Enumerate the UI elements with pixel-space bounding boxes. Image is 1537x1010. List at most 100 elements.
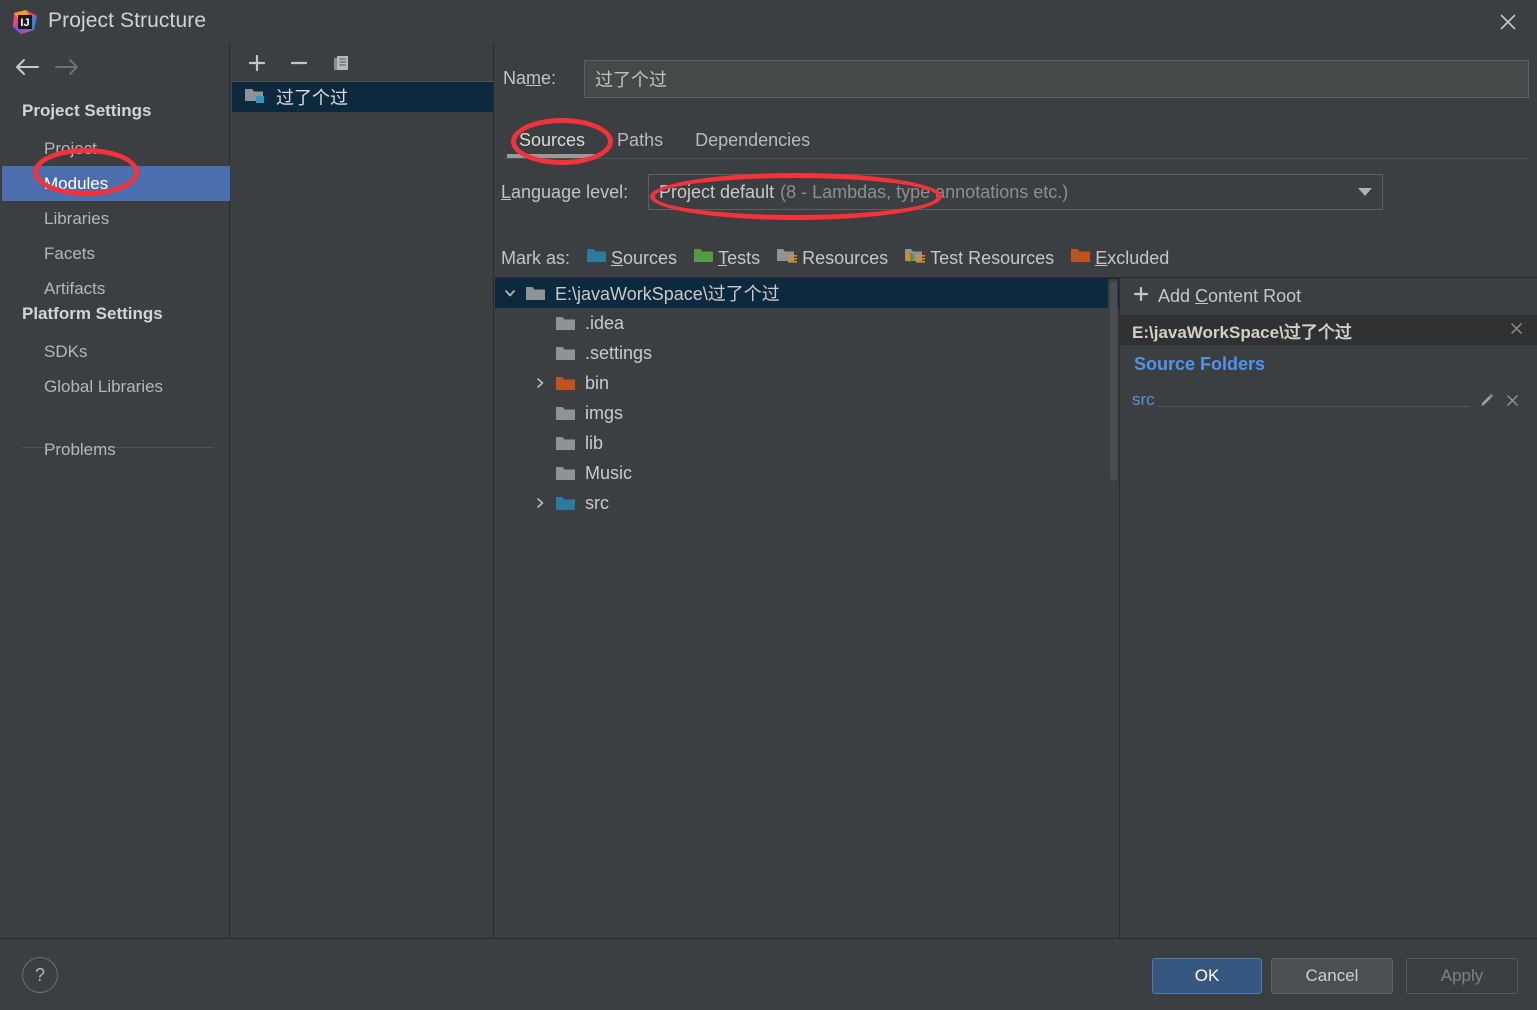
source-folder-row[interactable]: src (1120, 386, 1537, 414)
sidebar-item-problems[interactable]: Problems (2, 432, 230, 467)
mark-as-row: Mark as: Sources Tests Resources Test Re… (495, 242, 1537, 274)
mark-as-test-resources-label: Test Resources (930, 247, 1055, 268)
dialog-button-bar: ? OK Cancel Apply (0, 938, 1537, 1010)
name-row: Name: (495, 60, 1537, 98)
title-bar: IJ Project Structure (0, 0, 1537, 44)
test-resources-folder-icon (904, 247, 926, 270)
sidebar-item-libraries[interactable]: Libraries (2, 201, 230, 236)
mark-as-resources-button[interactable]: Resources (776, 247, 888, 270)
window-title: Project Structure (48, 9, 207, 32)
sources-folder-icon (555, 495, 581, 512)
tree-scrollbar-thumb[interactable] (1110, 281, 1117, 481)
modules-toolbar (231, 44, 494, 82)
arrow-right-icon[interactable] (52, 54, 82, 80)
mark-as-resources-label: Resources (802, 247, 889, 268)
minus-icon[interactable] (285, 49, 313, 77)
apply-button[interactable]: Apply (1406, 958, 1518, 994)
module-name: 过了个过 (276, 88, 348, 108)
source-folders-title: Source Folders (1134, 354, 1266, 374)
tab-paths[interactable]: Paths (601, 122, 679, 158)
content-root-tree[interactable]: E:\javaWorkSpace\过了个过 .idea .settings bi… (495, 277, 1120, 938)
language-level-value: Project default (659, 181, 775, 202)
sources-folder-icon (586, 247, 607, 269)
language-level-row: Language level: Project default (8 - Lam… (495, 174, 1537, 210)
language-level-label: Language level: (501, 182, 629, 202)
folder-icon (555, 315, 581, 332)
excluded-folder-icon (1070, 247, 1091, 269)
folder-icon (555, 465, 581, 482)
excluded-folder-icon (555, 375, 581, 392)
tree-label: .settings (585, 342, 653, 363)
tree-row[interactable]: E:\javaWorkSpace\过了个过 (495, 278, 1119, 308)
mark-as-tests-button[interactable]: Tests (693, 247, 760, 269)
tree-label: .idea (585, 312, 625, 333)
tree-label: Music (585, 462, 633, 483)
modules-list-panel: 过了个过 (231, 44, 494, 938)
chevron-down-icon[interactable] (495, 278, 525, 308)
plus-icon[interactable] (243, 49, 271, 77)
sidebar-item-global-libraries[interactable]: Global Libraries (2, 369, 230, 404)
chevron-down-icon[interactable] (1358, 188, 1372, 196)
project-structure-dialog: IJ Project Structure Project Settings Pr… (0, 0, 1537, 1010)
intellij-idea-icon: IJ (12, 9, 38, 35)
tree-row[interactable]: .idea (495, 308, 1119, 338)
sidebar-group-platform-settings: Platform Settings (22, 303, 163, 323)
svg-text:IJ: IJ (20, 17, 29, 29)
pencil-icon[interactable] (1473, 387, 1499, 413)
mark-as-label: Mark as: (501, 247, 571, 268)
cancel-button[interactable]: Cancel (1271, 958, 1393, 994)
tab-underline (503, 158, 1529, 159)
list-item[interactable]: 过了个过 (232, 82, 493, 112)
add-content-root-button[interactable]: Add Content Root (1120, 278, 1537, 315)
settings-sidebar: Project Settings Project Modules Librari… (2, 44, 230, 938)
sidebar-item-modules[interactable]: Modules (2, 166, 230, 201)
chevron-right-icon[interactable] (525, 368, 555, 398)
tree-label: src (585, 492, 609, 513)
tab-sources[interactable]: Sources (503, 122, 601, 158)
mark-as-sources-button[interactable]: Sources (586, 247, 677, 269)
chevron-right-icon[interactable] (525, 488, 555, 518)
tab-dependencies[interactable]: Dependencies (679, 122, 826, 158)
source-folder-name[interactable]: src (1132, 390, 1155, 410)
tree-row[interactable]: bin (495, 368, 1119, 398)
sidebar-item-sdks[interactable]: SDKs (2, 334, 230, 369)
tests-folder-icon (693, 247, 714, 269)
dotted-leader (1158, 406, 1469, 407)
language-level-hint: (8 - Lambdas, type annotations etc.) (780, 181, 1069, 202)
tree-label: bin (585, 372, 610, 393)
sidebar-item-project[interactable]: Project (2, 131, 230, 166)
folder-icon (555, 405, 581, 422)
close-icon[interactable] (1499, 387, 1525, 413)
name-label: Name: (503, 68, 557, 88)
close-icon[interactable] (1479, 0, 1537, 44)
module-folder-icon (244, 86, 266, 109)
content-root-header: E:\javaWorkSpace\过了个过 (1120, 315, 1537, 345)
tree-row[interactable]: src (495, 488, 1119, 518)
folder-icon (555, 345, 581, 362)
plus-icon (1132, 285, 1150, 308)
mark-as-excluded-label: Excluded (1095, 247, 1170, 268)
tree-scrollbar[interactable] (1108, 279, 1118, 938)
content-root-details-panel: Add Content Root E:\javaWorkSpace\过了个过 S… (1120, 277, 1537, 938)
tree-row[interactable]: Music (495, 458, 1119, 488)
tree-row[interactable]: imgs (495, 398, 1119, 428)
sidebar-item-facets[interactable]: Facets (2, 236, 230, 271)
ok-button[interactable]: OK (1152, 958, 1262, 994)
copy-icon[interactable] (327, 49, 355, 77)
add-content-root-label: Add Content Root (1158, 286, 1302, 306)
tree-row[interactable]: .settings (495, 338, 1119, 368)
arrow-left-icon[interactable] (12, 54, 42, 80)
folder-icon (525, 285, 551, 302)
module-name-input[interactable] (584, 60, 1529, 98)
detail-tabs: Sources Paths Dependencies (503, 122, 1529, 160)
tree-row[interactable]: lib (495, 428, 1119, 458)
sidebar-group-project-settings: Project Settings (22, 100, 152, 120)
language-level-combobox[interactable]: Project default (8 - Lambdas, type annot… (648, 174, 1383, 210)
resources-folder-icon (776, 247, 798, 270)
close-icon[interactable] (1508, 320, 1525, 341)
mark-as-excluded-button[interactable]: Excluded (1070, 247, 1169, 269)
help-button[interactable]: ? (22, 957, 58, 993)
mark-as-test-resources-button[interactable]: Test Resources (904, 247, 1054, 270)
tree-label: imgs (585, 402, 624, 423)
module-detail-panel: Name: Sources Paths Dependencies Languag… (495, 44, 1537, 938)
